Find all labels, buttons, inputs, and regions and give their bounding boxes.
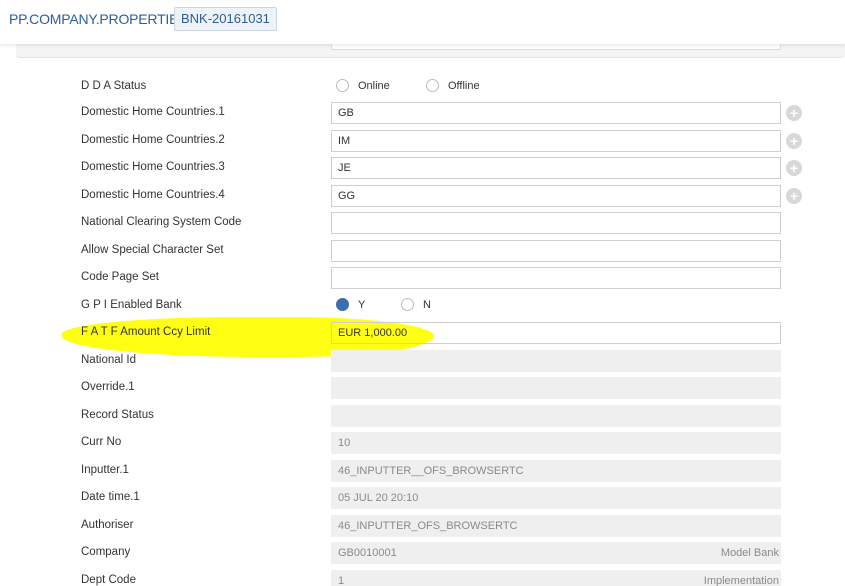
code-page-input[interactable] bbox=[331, 267, 781, 289]
dept-code-row: Dept Code 1 Implementation bbox=[0, 570, 845, 586]
record-status-value bbox=[331, 405, 781, 427]
domestic-country-row-4: Domestic Home Countries.4 GG + bbox=[0, 185, 845, 207]
field-label: Record Status bbox=[81, 409, 154, 421]
authoriser-value: 46_INPUTTER_OFS_BROWSERTC bbox=[331, 515, 781, 537]
record-id-tab[interactable]: BNK-20161031 bbox=[174, 7, 277, 31]
inputter-value: 46_INPUTTER__OFS_BROWSERTC bbox=[331, 460, 781, 482]
radio-unchecked-icon bbox=[426, 79, 439, 92]
header-bar: PP.COMPANY.PROPERTIES BNK-20161031 bbox=[0, 0, 845, 44]
override-value bbox=[331, 377, 781, 399]
field-label: Override.1 bbox=[81, 381, 135, 393]
domestic-country-row-2: Domestic Home Countries.2 IM + bbox=[0, 130, 845, 152]
override-row: Override.1 bbox=[0, 377, 845, 399]
dept-code-value: 1 Implementation bbox=[331, 570, 781, 586]
national-id-value bbox=[331, 350, 781, 372]
field-label: Allow Special Character Set bbox=[81, 244, 224, 256]
radio-unchecked-icon bbox=[401, 298, 414, 311]
domestic-country-row-3: Domestic Home Countries.3 JE + bbox=[0, 157, 845, 179]
add-multivalue-icon[interactable]: + bbox=[786, 105, 802, 121]
curr-no-value: 10 bbox=[331, 432, 781, 454]
field-label: Domestic Home Countries.1 bbox=[81, 106, 225, 118]
date-time-row: Date time.1 05 JUL 20 20:10 bbox=[0, 487, 845, 509]
field-label: Domestic Home Countries.2 bbox=[81, 134, 225, 146]
curr-no-row: Curr No 10 bbox=[0, 432, 845, 454]
field-label: Domestic Home Countries.3 bbox=[81, 161, 225, 173]
radio-unchecked-icon bbox=[336, 79, 349, 92]
domestic-country-input-2[interactable]: IM bbox=[331, 130, 781, 152]
gpi-enabled-row: G P I Enabled Bank Y N bbox=[81, 298, 431, 311]
fatf-limit-row: F A T F Amount Ccy Limit EUR 1,000.00 bbox=[0, 322, 845, 344]
field-label: Date time.1 bbox=[81, 491, 140, 503]
national-clearing-input[interactable] bbox=[331, 212, 781, 234]
add-multivalue-icon[interactable]: + bbox=[786, 160, 802, 176]
radio-checked-icon bbox=[336, 298, 349, 311]
fatf-limit-input[interactable]: EUR 1,000.00 bbox=[331, 322, 781, 344]
domestic-country-input-4[interactable]: GG bbox=[331, 185, 781, 207]
inputter-row: Inputter.1 46_INPUTTER__OFS_BROWSERTC bbox=[0, 460, 845, 482]
field-label: D D A Status bbox=[81, 80, 147, 92]
date-time-value: 05 JUL 20 20:10 bbox=[331, 487, 781, 509]
field-label: F A T F Amount Ccy Limit bbox=[81, 326, 211, 338]
field-label: Inputter.1 bbox=[81, 464, 129, 476]
field-label: National Id bbox=[81, 354, 136, 366]
field-label: Domestic Home Countries.4 bbox=[81, 189, 225, 201]
national-clearing-row: National Clearing System Code bbox=[0, 212, 845, 234]
field-label: Company bbox=[81, 546, 131, 558]
field-label: Authoriser bbox=[81, 519, 134, 531]
add-multivalue-icon[interactable]: + bbox=[786, 133, 802, 149]
company-row: Company GB0010001 Model Bank bbox=[0, 542, 845, 564]
special-charset-row: Allow Special Character Set bbox=[0, 240, 845, 262]
special-charset-input[interactable] bbox=[331, 240, 781, 262]
domestic-country-input-3[interactable]: JE bbox=[331, 157, 781, 179]
authoriser-row: Authoriser 46_INPUTTER_OFS_BROWSERTC bbox=[0, 515, 845, 537]
field-label: Code Page Set bbox=[81, 271, 160, 283]
page-title: PP.COMPANY.PROPERTIES bbox=[9, 11, 188, 27]
field-label: Dept Code bbox=[81, 574, 136, 586]
domestic-country-input-1[interactable]: GB bbox=[331, 102, 781, 124]
field-label: Curr No bbox=[81, 436, 122, 448]
national-id-row: National Id bbox=[0, 350, 845, 372]
add-multivalue-icon[interactable]: + bbox=[786, 188, 802, 204]
dda-status-row: D D A Status Online Offline bbox=[81, 79, 480, 92]
field-label: G P I Enabled Bank bbox=[81, 299, 182, 311]
code-page-row: Code Page Set bbox=[0, 267, 845, 289]
record-status-row: Record Status bbox=[0, 405, 845, 427]
field-label: National Clearing System Code bbox=[81, 216, 242, 228]
company-value: GB0010001 Model Bank bbox=[331, 542, 781, 564]
domestic-country-row-1: Domestic Home Countries.1 GB + bbox=[0, 102, 845, 124]
